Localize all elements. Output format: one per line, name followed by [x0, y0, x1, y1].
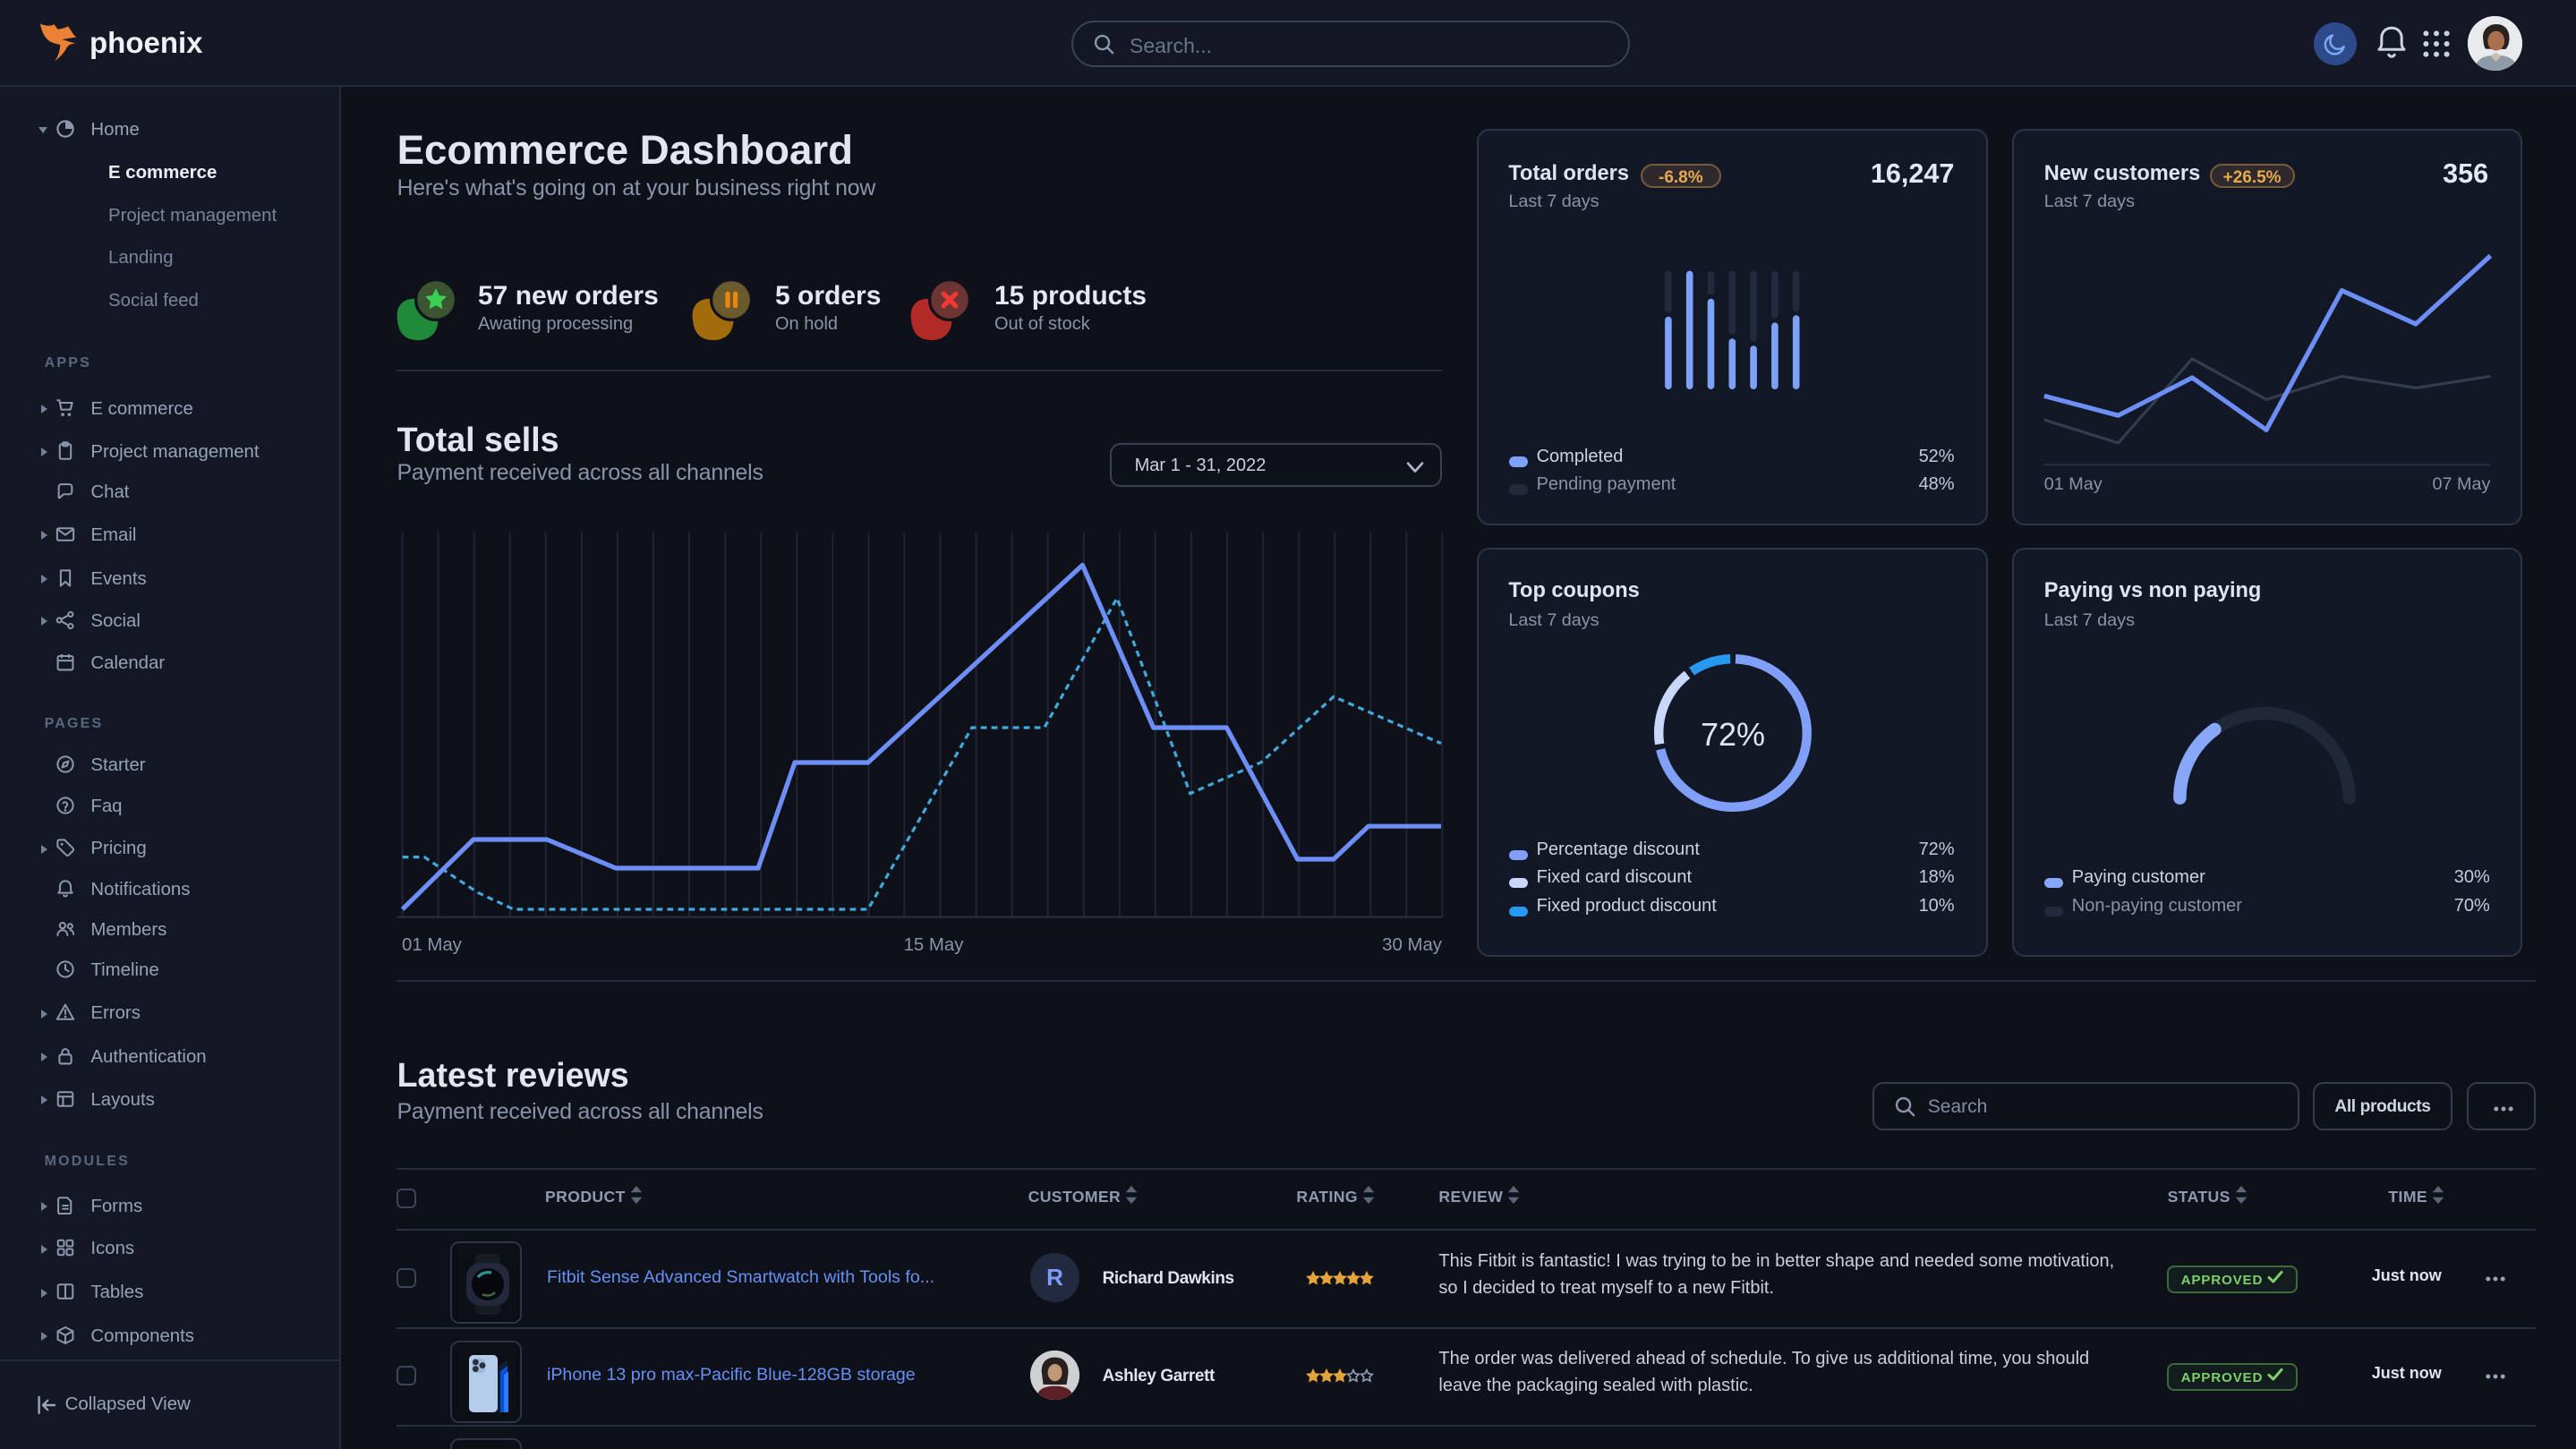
svg-text:72%: 72%: [1701, 716, 1765, 753]
svg-text:15 May: 15 May: [904, 935, 965, 955]
svg-text:01 May: 01 May: [402, 935, 463, 955]
svg-text:30 May: 30 May: [1382, 935, 1443, 955]
